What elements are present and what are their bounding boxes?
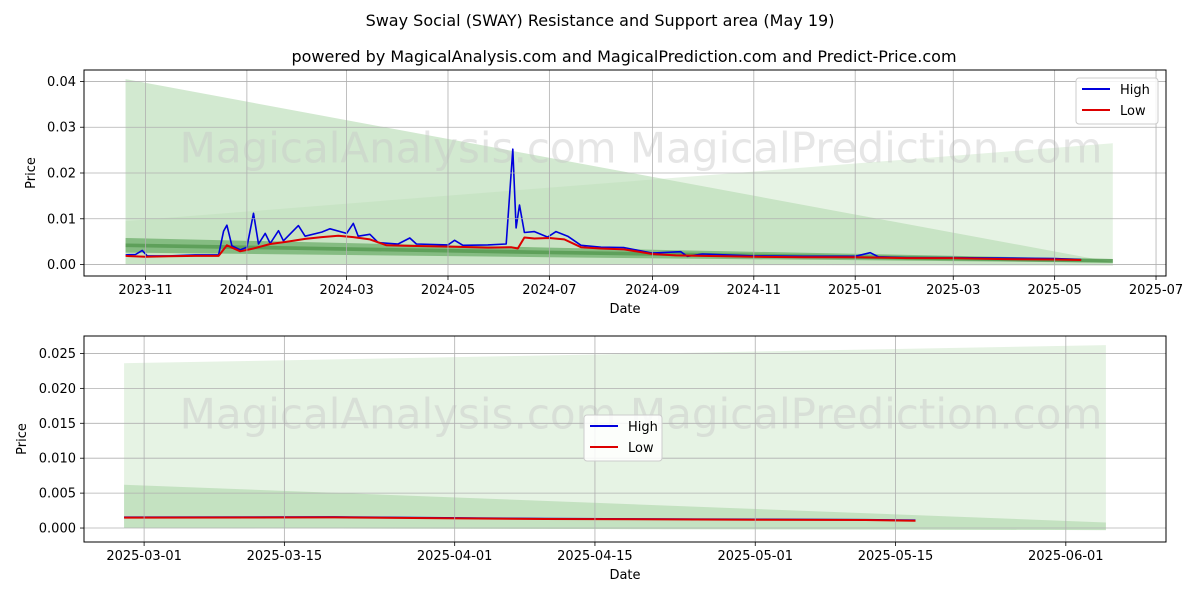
y-tick-label: 0.005 — [39, 487, 76, 502]
chart-title: Sway Social (SWAY) Resistance and Suppor… — [366, 11, 835, 30]
x-tick-label: 2025-03 — [926, 283, 980, 298]
y-tick-label: 0.015 — [39, 417, 76, 432]
y-axis-label: Price — [15, 423, 30, 455]
legend: High Low — [583, 414, 663, 462]
x-tick-label: 2024-03 — [319, 283, 373, 298]
y-tick-label: 0.025 — [39, 347, 76, 362]
plot-area: MagicalAnalysis.com MagicalPrediction.co… — [125, 79, 1113, 266]
y-tick-label: 0.000 — [39, 522, 76, 537]
x-tick-label: 2025-03-01 — [106, 549, 182, 564]
x-tick-label: 2024-07 — [522, 283, 576, 298]
y-tick-label: 0.03 — [47, 121, 76, 136]
watermark-text: MagicalAnalysis.com MagicalPrediction.co… — [180, 124, 1103, 173]
x-tick-label: 2025-04-15 — [557, 549, 633, 564]
x-tick-label: 2025-01 — [828, 283, 882, 298]
x-tick-label: 2025-07 — [1129, 283, 1183, 298]
y-axis-label: Price — [24, 157, 39, 189]
y-tick-label: 0.02 — [47, 167, 76, 182]
y-tick-label: 0.020 — [39, 382, 76, 397]
x-tick-label: 2024-05 — [421, 283, 475, 298]
x-axis-label: Date — [609, 568, 640, 583]
chart-figure: Sway Social (SWAY) Resistance and Suppor… — [15, 11, 1183, 583]
x-tick-label: 2024-01 — [220, 283, 274, 298]
bottom-panel: MagicalAnalysis.com MagicalPrediction.co… — [15, 335, 1167, 583]
x-tick-label: 2025-05-01 — [717, 549, 793, 564]
legend-label-high: High — [1120, 83, 1150, 98]
x-tick-label: 2025-05 — [1027, 283, 1081, 298]
x-tick-label: 2024-09 — [625, 283, 679, 298]
x-tick-label: 2025-04-01 — [417, 549, 493, 564]
y-tick-label: 0.010 — [39, 452, 76, 467]
top-panel: MagicalAnalysis.com MagicalPrediction.co… — [24, 69, 1183, 317]
legend-label-low: Low — [628, 441, 654, 456]
y-tick-label: 0.01 — [47, 212, 76, 227]
x-tick-label: 2024-11 — [727, 283, 781, 298]
x-tick-label: 2023-11 — [118, 283, 172, 298]
legend: High Low — [1075, 77, 1159, 125]
chart-subtitle: powered by MagicalAnalysis.com and Magic… — [291, 47, 956, 66]
legend-label-low: Low — [1120, 104, 1146, 119]
y-tick-label: 0.04 — [47, 75, 76, 90]
x-axis-label: Date — [609, 302, 640, 317]
x-tick-label: 2025-05-15 — [858, 549, 934, 564]
legend-label-high: High — [628, 420, 658, 435]
x-tick-label: 2025-03-15 — [247, 549, 323, 564]
x-tick-label: 2025-06-01 — [1028, 549, 1104, 564]
y-tick-label: 0.00 — [47, 258, 76, 273]
